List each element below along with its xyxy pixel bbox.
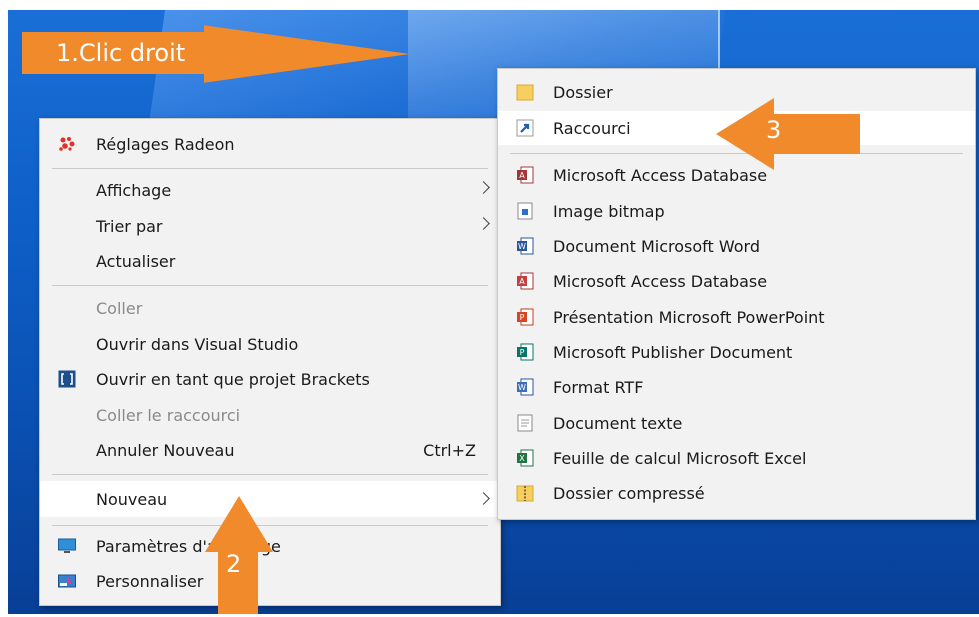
personalize-icon bbox=[58, 574, 76, 588]
svg-text:W: W bbox=[518, 242, 526, 251]
menu-item-label: Annuler Nouveau bbox=[96, 440, 235, 460]
shortcut-arrow-icon bbox=[516, 119, 534, 137]
submenu-item-excel[interactable]: X Feuille de calcul Microsoft Excel bbox=[498, 441, 975, 475]
submenu-item-bitmap[interactable]: Image bitmap bbox=[498, 194, 975, 228]
menu-separator bbox=[52, 285, 488, 286]
rtf-icon: W bbox=[517, 378, 534, 396]
menu-separator bbox=[52, 168, 488, 169]
menu-item-label: Ouvrir en tant que projet Brackets bbox=[96, 369, 370, 389]
menu-item-paste[interactable]: Coller bbox=[40, 291, 500, 325]
radeon-icon bbox=[59, 137, 75, 151]
menu-item-view[interactable]: Affichage bbox=[40, 173, 500, 207]
menu-item-personalize[interactable]: Personnaliser bbox=[40, 564, 500, 598]
menu-item-label: Image bitmap bbox=[553, 201, 665, 221]
menu-item-undo-new[interactable]: Annuler Nouveau Ctrl+Z bbox=[40, 433, 500, 467]
annotation-arrow-2-head bbox=[205, 496, 273, 552]
submenu-item-word-document[interactable]: W Document Microsoft Word bbox=[498, 229, 975, 263]
publisher-icon: P bbox=[517, 343, 534, 361]
keyboard-shortcut: Ctrl+Z bbox=[423, 440, 476, 460]
access-icon: A bbox=[517, 166, 534, 184]
menu-item-label: Réglages Radeon bbox=[96, 134, 235, 154]
annotation-step-1-label: 1.Clic droit bbox=[56, 39, 186, 67]
menu-item-label: Trier par bbox=[96, 216, 163, 236]
chevron-right-icon bbox=[477, 181, 490, 194]
menu-item-label: Document Microsoft Word bbox=[553, 236, 760, 256]
menu-separator bbox=[52, 474, 488, 475]
text-file-icon bbox=[517, 414, 533, 432]
menu-item-label: Format RTF bbox=[553, 377, 644, 397]
bitmap-icon bbox=[517, 202, 533, 220]
powerpoint-icon: P bbox=[517, 308, 534, 326]
menu-item-label: Feuille de calcul Microsoft Excel bbox=[553, 448, 807, 468]
menu-item-open-brackets[interactable]: Ouvrir en tant que projet Brackets bbox=[40, 362, 500, 396]
menu-item-label: Dossier bbox=[553, 82, 613, 102]
submenu-item-rtf[interactable]: W Format RTF bbox=[498, 370, 975, 404]
excel-icon: X bbox=[517, 449, 534, 467]
submenu-item-access-database-2[interactable]: A Microsoft Access Database bbox=[498, 264, 975, 298]
access-icon: A bbox=[517, 272, 534, 290]
menu-item-label: Microsoft Access Database bbox=[553, 271, 768, 291]
folder-icon bbox=[516, 84, 534, 101]
monitor-icon bbox=[58, 538, 76, 553]
annotation-arrow-1: 1.Clic droit bbox=[22, 32, 204, 74]
submenu-item-text-document[interactable]: Document texte bbox=[498, 406, 975, 440]
menu-item-label: Dossier compressé bbox=[553, 483, 705, 503]
menu-item-label: Présentation Microsoft PowerPoint bbox=[553, 307, 825, 327]
annotation-arrow-1-head bbox=[204, 25, 410, 83]
svg-text:W: W bbox=[518, 383, 526, 392]
chevron-right-icon bbox=[477, 217, 490, 230]
annotation-arrow-3 bbox=[772, 114, 860, 154]
menu-item-paste-shortcut[interactable]: Coller le raccourci bbox=[40, 398, 500, 432]
menu-item-label: Affichage bbox=[96, 180, 172, 200]
menu-item-label: Raccourci bbox=[553, 118, 631, 138]
menu-item-open-visual-studio[interactable]: Ouvrir dans Visual Studio bbox=[40, 327, 500, 361]
menu-item-label: Ouvrir dans Visual Studio bbox=[96, 334, 299, 354]
submenu-item-zip-folder[interactable]: Dossier compressé bbox=[498, 476, 975, 510]
menu-item-radeon-settings[interactable]: Réglages Radeon bbox=[40, 127, 500, 161]
svg-text:P: P bbox=[520, 313, 525, 322]
submenu-item-powerpoint[interactable]: P Présentation Microsoft PowerPoint bbox=[498, 300, 975, 334]
menu-item-label: Personnaliser bbox=[96, 571, 204, 591]
annotation-step-2-label: 2 bbox=[226, 550, 242, 578]
menu-item-label: Coller le raccourci bbox=[96, 405, 241, 425]
menu-item-label: Nouveau bbox=[96, 489, 168, 509]
menu-item-refresh[interactable]: Actualiser bbox=[40, 244, 500, 278]
menu-item-sort-by[interactable]: Trier par bbox=[40, 209, 500, 243]
submenu-item-publisher[interactable]: P Microsoft Publisher Document bbox=[498, 335, 975, 369]
word-icon: W bbox=[517, 237, 534, 255]
menu-item-label: Coller bbox=[96, 298, 143, 318]
svg-text:X: X bbox=[519, 454, 525, 463]
brackets-icon bbox=[58, 370, 76, 388]
annotation-step-3-label: 3 bbox=[766, 116, 782, 144]
svg-text:A: A bbox=[519, 171, 525, 180]
menu-item-label: Microsoft Publisher Document bbox=[553, 342, 793, 362]
svg-text:A: A bbox=[519, 277, 525, 286]
zip-folder-icon bbox=[516, 485, 534, 502]
menu-item-label: Actualiser bbox=[96, 251, 176, 271]
svg-text:P: P bbox=[520, 348, 525, 357]
menu-item-label: Document texte bbox=[553, 413, 683, 433]
chevron-right-icon bbox=[477, 492, 490, 505]
